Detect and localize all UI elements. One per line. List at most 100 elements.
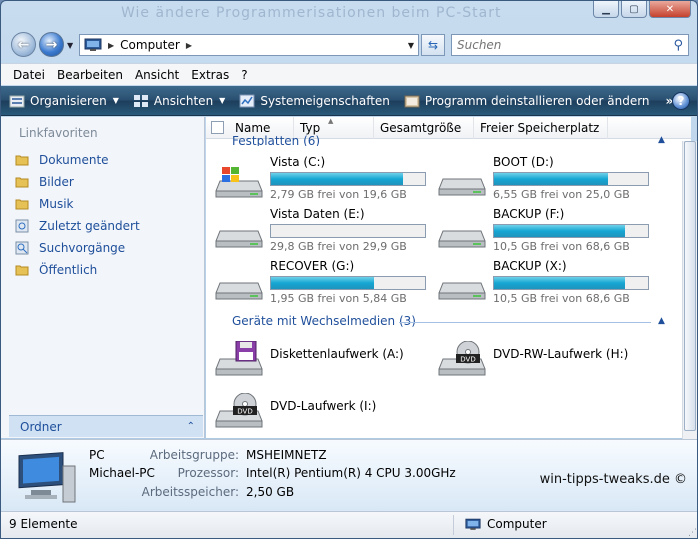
dvd-drive-icon: DVD (215, 393, 263, 428)
systemeigenschaften-label: Systemeigenschaften (260, 93, 390, 108)
search-box[interactable]: ⚲ (451, 34, 689, 56)
address-row: ← → ▼ ▶ Computer ▶ ▼ ⇆ ⚲ (1, 29, 697, 61)
drive-name: BOOT (D:) (493, 155, 554, 169)
prozessor-value: Intel(R) Pentium(R) 4 CPU 3.00GHz (246, 466, 456, 480)
ansichten-button[interactable]: Ansichten ▼ (133, 94, 225, 108)
breadcrumb-arrow-icon[interactable]: ▶ (108, 41, 114, 50)
removable-item[interactable]: DVD DVD-RW-Laufwerk (H:) (431, 333, 671, 381)
window-title: Wie ändere Programmerisationen beim PC-S… (121, 5, 502, 21)
address-dropdown-icon[interactable]: ▼ (404, 41, 418, 50)
drive-usage-bar (270, 172, 426, 186)
back-button[interactable]: ← (11, 32, 36, 57)
removable-name: DVD-Laufwerk (I:) (270, 399, 377, 413)
drive-usage-bar (270, 224, 426, 238)
link-zuletzt-geaendert[interactable]: Zuletzt geändert (15, 215, 140, 237)
drive-name: BACKUP (X:) (493, 259, 567, 273)
column-typ-label: Typ (300, 120, 321, 135)
drive-space-info: 1,95 GB frei von 5,84 GB (270, 292, 407, 305)
link-label: Öffentlich (39, 263, 98, 277)
removable-item[interactable]: DVD DVD-Laufwerk (I:) (208, 385, 448, 433)
scrollbar-thumb[interactable] (684, 141, 696, 431)
explorer-window: Wie ändere Programmerisationen beim PC-S… (0, 0, 698, 539)
ordner-toggle[interactable]: Ordner ⌃ (9, 415, 203, 437)
forward-button[interactable]: → (39, 32, 64, 57)
search-input[interactable] (457, 38, 657, 52)
address-bar[interactable]: ▶ Computer ▶ ▼ (79, 34, 419, 56)
column-gesamtgroesse[interactable]: Gesamtgröße (374, 116, 474, 139)
organisieren-button[interactable]: Organisieren ▼ (9, 94, 119, 108)
drive-name: Vista (C:) (270, 155, 326, 169)
menu-help[interactable]: ? (235, 68, 253, 82)
drive-usage-fill (494, 277, 625, 289)
recent-places-icon (15, 219, 29, 233)
arbeitsspeicher-label: Arbeitsspeicher: (141, 485, 239, 499)
help-button[interactable]: ? (672, 92, 690, 110)
link-label: Zuletzt geändert (39, 219, 140, 233)
menu-extras[interactable]: Extras (185, 68, 235, 82)
column-freier-speicherplatz-label: Freier Speicherplatz (480, 120, 600, 135)
programm-deinstallieren-label: Programm deinstallieren oder ändern (424, 93, 650, 108)
menu-bearbeiten[interactable]: Bearbeiten (51, 68, 129, 82)
drive-item[interactable]: BACKUP (F:) 10,5 GB frei von 68,6 GB (431, 205, 671, 253)
drive-usage-fill (494, 173, 608, 185)
link-bilder[interactable]: Bilder (15, 171, 140, 193)
minimize-button[interactable]: ▁ (593, 1, 619, 18)
menu-ansicht[interactable]: Ansicht (129, 68, 185, 82)
details-type: PC (89, 448, 105, 462)
ordner-label: Ordner (20, 419, 62, 434)
hard-drive-icon (215, 282, 263, 300)
removable-name: Diskettenlaufwerk (A:) (270, 347, 404, 361)
link-dokumente[interactable]: Dokumente (15, 149, 140, 171)
group-festplatten[interactable]: Festplatten (6) (232, 134, 320, 146)
status-separator (453, 515, 454, 535)
link-label: Dokumente (39, 153, 109, 167)
chevron-up-icon[interactable]: ▲ (658, 135, 665, 145)
drive-item[interactable]: BACKUP (X:) 10,5 GB frei von 68,6 GB (431, 257, 671, 305)
linkfavoriten-header: Linkfavoriten (19, 126, 98, 140)
arbeitsspeicher-value: 2,50 GB (246, 485, 295, 499)
status-location: Computer (465, 517, 547, 531)
column-name-label: Name (235, 120, 271, 135)
programm-deinstallieren-button[interactable]: Programm deinstallieren oder ändern (404, 94, 650, 108)
recent-pages-dropdown[interactable]: ▼ (67, 41, 73, 50)
select-all-checkbox[interactable] (211, 121, 224, 134)
drive-usage-fill (494, 225, 625, 237)
refresh-button[interactable]: ⇆ (421, 34, 445, 56)
drive-item[interactable]: Vista (C:) 2,79 GB frei von 19,6 GB (208, 153, 448, 201)
breadcrumb-arrow-icon[interactable]: ▶ (186, 41, 192, 50)
drive-item[interactable]: Vista Daten (E:) 29,8 GB frei von 29,9 G… (208, 205, 448, 253)
group-festplatten-label: Festplatten (6) (232, 134, 321, 146)
folder-icon (15, 265, 29, 276)
command-bar: Organisieren ▼ Ansichten ▼ Systemeigenscha… (1, 86, 697, 116)
maximize-button[interactable]: ▢ (621, 1, 647, 18)
column-freier-speicherplatz[interactable]: Freier Speicherplatz (474, 116, 608, 139)
breadcrumb-computer[interactable]: Computer (120, 38, 180, 52)
search-icon[interactable]: ⚲ (673, 38, 683, 53)
close-button[interactable]: ✕ (649, 1, 691, 18)
drive-name: RECOVER (G:) (270, 259, 355, 273)
drive-item[interactable]: RECOVER (G:) 1,95 GB frei von 5,84 GB (208, 257, 448, 305)
drive-space-info: 10,5 GB frei von 68,6 GB (493, 240, 630, 253)
folder-icon (15, 177, 29, 188)
resize-grip-icon[interactable]: ⋰ (688, 528, 697, 538)
window-controls: ▁ ▢ ✕ (593, 1, 691, 18)
link-oeffentlich[interactable]: Öffentlich (15, 259, 140, 281)
menu-datei[interactable]: Datei (7, 68, 51, 82)
systemeigenschaften-button[interactable]: Systemeigenschaften (239, 94, 390, 108)
organize-icon (9, 95, 25, 107)
link-label: Bilder (39, 175, 74, 189)
group-wechselmedien-label: Geräte mit Wechselmedien (3) (232, 314, 416, 328)
chevron-up-icon[interactable]: ▲ (658, 316, 665, 326)
drive-item[interactable]: BOOT (D:) 6,55 GB frei von 25,0 GB (431, 153, 671, 201)
dropdown-arrow-icon: ▼ (112, 96, 119, 105)
vertical-scrollbar[interactable] (682, 141, 697, 439)
link-suchvorgaenge[interactable]: Suchvorgänge (15, 237, 140, 259)
drive-usage-fill (271, 173, 404, 185)
group-wechselmedien[interactable]: Geräte mit Wechselmedien (3) (232, 314, 416, 328)
link-label: Musik (39, 197, 74, 211)
folder-icon (15, 199, 29, 210)
removable-item[interactable]: Diskettenlaufwerk (A:) (208, 333, 448, 381)
forward-arrow-icon: → (45, 36, 58, 53)
item-count: 9 Elemente (9, 517, 78, 531)
link-musik[interactable]: Musik (15, 193, 140, 215)
